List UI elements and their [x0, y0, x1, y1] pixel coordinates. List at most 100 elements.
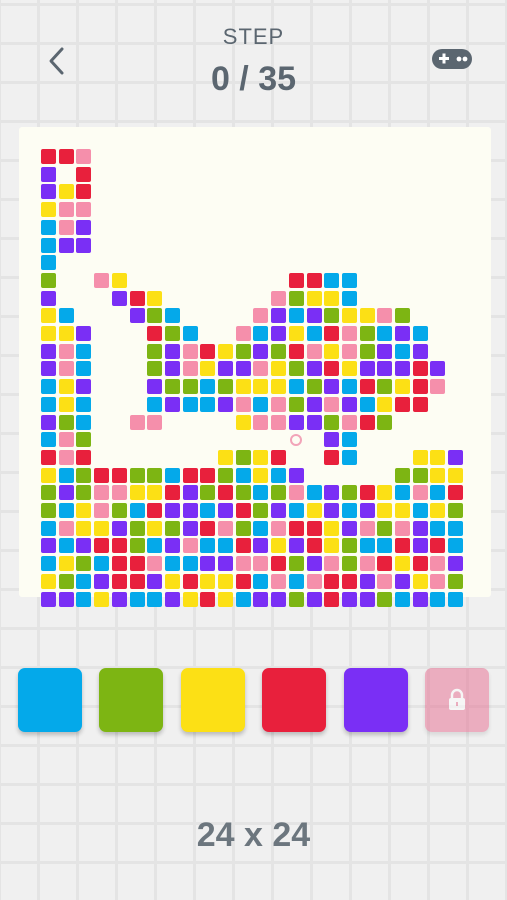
board-cell[interactable] [147, 361, 163, 377]
board-cell[interactable] [448, 556, 464, 572]
board-cell[interactable] [377, 556, 393, 572]
board-cell[interactable] [412, 379, 428, 395]
board-cell[interactable] [395, 556, 410, 572]
board-cell[interactable] [359, 379, 375, 395]
board-cell[interactable] [41, 573, 56, 589]
board-cell[interactable] [218, 343, 233, 359]
board-cell[interactable] [253, 485, 269, 501]
board-cell[interactable] [147, 503, 163, 518]
board-cell[interactable] [94, 503, 110, 518]
board-cell[interactable] [395, 379, 410, 395]
board-cell[interactable] [288, 379, 304, 395]
board-cell[interactable] [94, 556, 110, 572]
board-cell[interactable] [359, 361, 375, 377]
board-cell[interactable] [306, 326, 322, 341]
board-cell[interactable] [395, 485, 410, 501]
board-cell[interactable] [218, 396, 233, 412]
board-cell[interactable] [164, 379, 180, 395]
board-cell[interactable] [271, 591, 287, 607]
board-cell[interactable] [395, 503, 410, 518]
board-cell[interactable] [76, 202, 92, 218]
swatch-blue[interactable] [18, 668, 82, 732]
board-cell[interactable] [341, 520, 357, 536]
board-cell[interactable] [412, 485, 428, 501]
board-cell[interactable] [235, 520, 251, 536]
puzzle-board[interactable] [19, 127, 491, 607]
board-cell[interactable] [341, 556, 357, 572]
board-cell[interactable] [271, 326, 287, 341]
board-cell[interactable] [412, 396, 428, 412]
board-cell[interactable] [218, 503, 233, 518]
board-cell[interactable] [306, 343, 322, 359]
board-cell[interactable] [41, 255, 56, 271]
board-cell[interactable] [41, 184, 56, 200]
board-cell[interactable] [288, 272, 304, 288]
board-cell[interactable] [94, 573, 110, 589]
board-cell[interactable] [129, 538, 145, 554]
board-cell[interactable] [306, 485, 322, 501]
board-cell[interactable] [41, 449, 56, 465]
board-cell[interactable] [377, 308, 393, 324]
board-cell[interactable] [129, 520, 145, 536]
board-cell[interactable] [200, 467, 216, 483]
board-cell[interactable] [41, 166, 56, 182]
board-cell[interactable] [58, 184, 74, 200]
board-cell[interactable] [218, 520, 233, 536]
board-cell[interactable] [359, 503, 375, 518]
board-cell[interactable] [412, 538, 428, 554]
board-cell[interactable] [76, 149, 92, 164]
board-cell[interactable] [359, 343, 375, 359]
board-cell[interactable] [58, 237, 74, 253]
board-cell[interactable] [377, 503, 393, 518]
board-cell[interactable] [164, 308, 180, 324]
board-cell[interactable] [359, 556, 375, 572]
board-cell[interactable] [76, 449, 92, 465]
board-cell[interactable] [147, 467, 163, 483]
board-cell[interactable] [164, 343, 180, 359]
board-cell[interactable] [94, 485, 110, 501]
board-cell[interactable] [129, 467, 145, 483]
board-cell[interactable] [288, 520, 304, 536]
board-cell[interactable] [200, 573, 216, 589]
board-cell[interactable] [324, 573, 340, 589]
board-cell[interactable] [58, 520, 74, 536]
board-cell[interactable] [58, 485, 74, 501]
board-cell[interactable] [253, 414, 269, 430]
board-cell[interactable] [235, 326, 251, 341]
board-cell[interactable] [253, 308, 269, 324]
board-cell[interactable] [41, 467, 56, 483]
board-cell[interactable] [306, 272, 322, 288]
board-cell[interactable] [41, 432, 56, 448]
board-cell[interactable] [324, 379, 340, 395]
board-cell[interactable] [218, 449, 233, 465]
board-cell[interactable] [341, 414, 357, 430]
board-cell[interactable] [324, 361, 340, 377]
board-cell[interactable] [359, 326, 375, 341]
board-cell[interactable] [377, 414, 393, 430]
board-cell[interactable] [288, 308, 304, 324]
board-cell[interactable] [253, 556, 269, 572]
board-cell[interactable] [147, 379, 163, 395]
board-cell[interactable] [430, 573, 446, 589]
board-cell[interactable] [341, 538, 357, 554]
board-cell[interactable] [377, 573, 393, 589]
board-cell[interactable] [306, 414, 322, 430]
board-cell[interactable] [182, 361, 198, 377]
board-cell[interactable] [448, 538, 464, 554]
board-cell[interactable] [129, 308, 145, 324]
board-cell[interactable] [111, 485, 127, 501]
board-cell[interactable] [41, 343, 56, 359]
board-cell[interactable] [288, 290, 304, 306]
board-cell[interactable] [253, 449, 269, 465]
board-cell[interactable] [76, 219, 92, 235]
board-cell[interactable] [58, 467, 74, 483]
board-cell[interactable] [271, 538, 287, 554]
board-cell[interactable] [253, 379, 269, 395]
board-cell[interactable] [395, 308, 410, 324]
board-cell[interactable] [324, 414, 340, 430]
board-cell[interactable] [182, 379, 198, 395]
board-cell[interactable] [288, 503, 304, 518]
board-cell[interactable] [58, 343, 74, 359]
board-cell[interactable] [147, 573, 163, 589]
board-cell[interactable] [253, 326, 269, 341]
